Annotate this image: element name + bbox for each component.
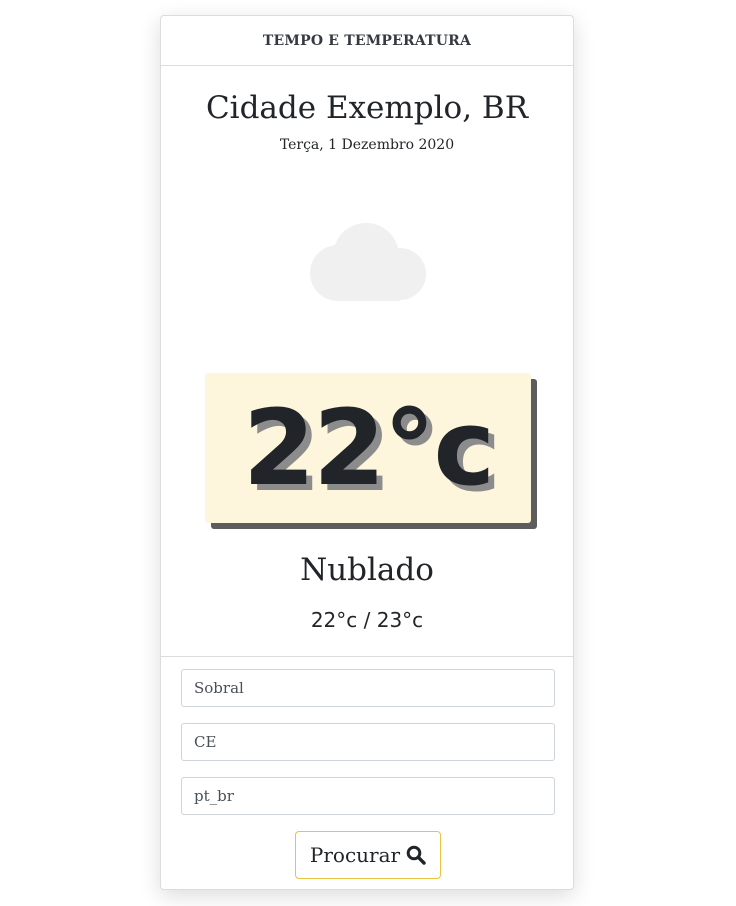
current-date: Terça, 1 Dezembro 2020 xyxy=(279,137,455,153)
search-icon xyxy=(406,845,426,865)
divider xyxy=(161,656,573,657)
temperature-range: 22°c / 23°c xyxy=(310,608,424,632)
search-button[interactable]: Procurar xyxy=(295,831,441,879)
temperature-value: 22°c xyxy=(242,387,495,509)
card-header: TEMPO E TEMPERATURA xyxy=(161,16,573,66)
app-title: TEMPO E TEMPERATURA xyxy=(262,32,472,49)
temperature-panel: 22°c xyxy=(205,373,531,523)
cloud-icon xyxy=(308,221,430,305)
weather-card: TEMPO E TEMPERATURA Cidade Exemplo, BR T… xyxy=(160,15,574,890)
weather-condition: Nublado xyxy=(300,552,434,588)
search-button-label: Procurar xyxy=(309,843,401,867)
state-input[interactable] xyxy=(181,723,555,761)
city-input[interactable] xyxy=(181,669,555,707)
city-name: Cidade Exemplo, BR xyxy=(205,90,529,126)
language-input[interactable] xyxy=(181,777,555,815)
